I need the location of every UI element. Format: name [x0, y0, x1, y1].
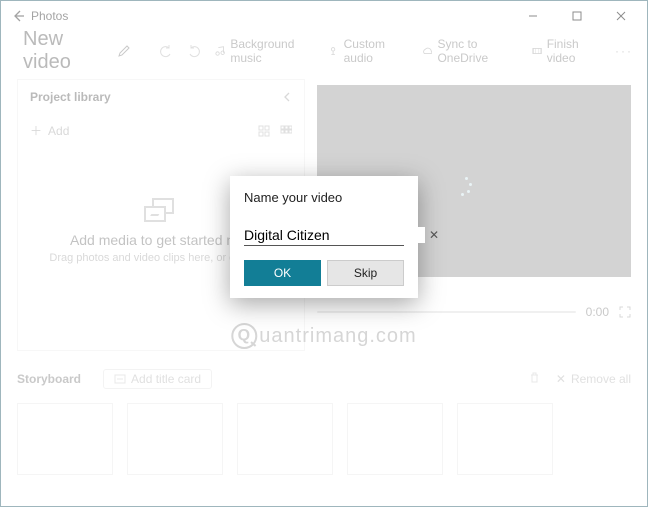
- remove-all-label: Remove all: [571, 372, 631, 386]
- grid-view-button[interactable]: [258, 125, 270, 137]
- finish-video-button[interactable]: Finish video: [532, 37, 602, 65]
- sync-onedrive-button[interactable]: Sync to OneDrive: [421, 37, 518, 65]
- back-button[interactable]: [5, 3, 31, 29]
- undo-button[interactable]: [159, 44, 173, 58]
- close-icon: ✕: [556, 372, 566, 386]
- remove-all-button[interactable]: ✕ Remove all: [556, 372, 631, 386]
- app-title: Photos: [31, 9, 68, 23]
- video-name-input[interactable]: [244, 227, 425, 243]
- delete-button[interactable]: [529, 372, 540, 386]
- custom-audio-button[interactable]: Custom audio: [328, 37, 406, 65]
- ok-button[interactable]: OK: [244, 260, 321, 286]
- storyboard-slot[interactable]: [457, 403, 553, 475]
- storyboard-slot[interactable]: [127, 403, 223, 475]
- finish-video-label: Finish video: [547, 37, 601, 65]
- title-card-icon: [114, 373, 126, 385]
- storyboard-slot[interactable]: [17, 403, 113, 475]
- name-video-dialog: Name your video ✕ OK Skip: [230, 176, 418, 298]
- redo-button[interactable]: [187, 44, 201, 58]
- trash-icon: [529, 372, 540, 384]
- background-music-label: Background music: [230, 37, 314, 65]
- window-minimize-button[interactable]: [511, 2, 555, 30]
- add-title-card-button[interactable]: Add title card: [103, 369, 212, 389]
- storyboard-slot[interactable]: [347, 403, 443, 475]
- edit-title-button[interactable]: [117, 44, 131, 58]
- storyboard-slot[interactable]: [237, 403, 333, 475]
- page-title: New video: [23, 28, 103, 74]
- add-media-label: Add: [48, 124, 69, 138]
- background-music-button[interactable]: Background music: [215, 37, 314, 65]
- add-title-card-label: Add title card: [131, 372, 201, 386]
- window-maximize-button[interactable]: [555, 2, 599, 30]
- fullscreen-button[interactable]: [619, 306, 631, 318]
- media-placeholder-icon: [144, 198, 178, 224]
- plus-icon: ＋: [30, 122, 42, 139]
- timeline-time: 0:00: [586, 305, 609, 319]
- dialog-title: Name your video: [244, 190, 404, 205]
- collapse-library-button[interactable]: [282, 92, 292, 102]
- clear-input-button[interactable]: ✕: [425, 228, 443, 242]
- storyboard-title: Storyboard: [17, 372, 81, 386]
- more-options-button[interactable]: ···: [615, 44, 633, 58]
- timeline-seek-bar[interactable]: [317, 311, 576, 313]
- sync-onedrive-label: Sync to OneDrive: [437, 37, 517, 65]
- custom-audio-label: Custom audio: [344, 37, 407, 65]
- list-view-button[interactable]: [280, 125, 292, 137]
- add-media-button[interactable]: ＋ Add: [30, 122, 69, 139]
- project-library-title: Project library: [30, 90, 111, 104]
- window-close-button[interactable]: [599, 2, 643, 30]
- skip-button[interactable]: Skip: [327, 260, 404, 286]
